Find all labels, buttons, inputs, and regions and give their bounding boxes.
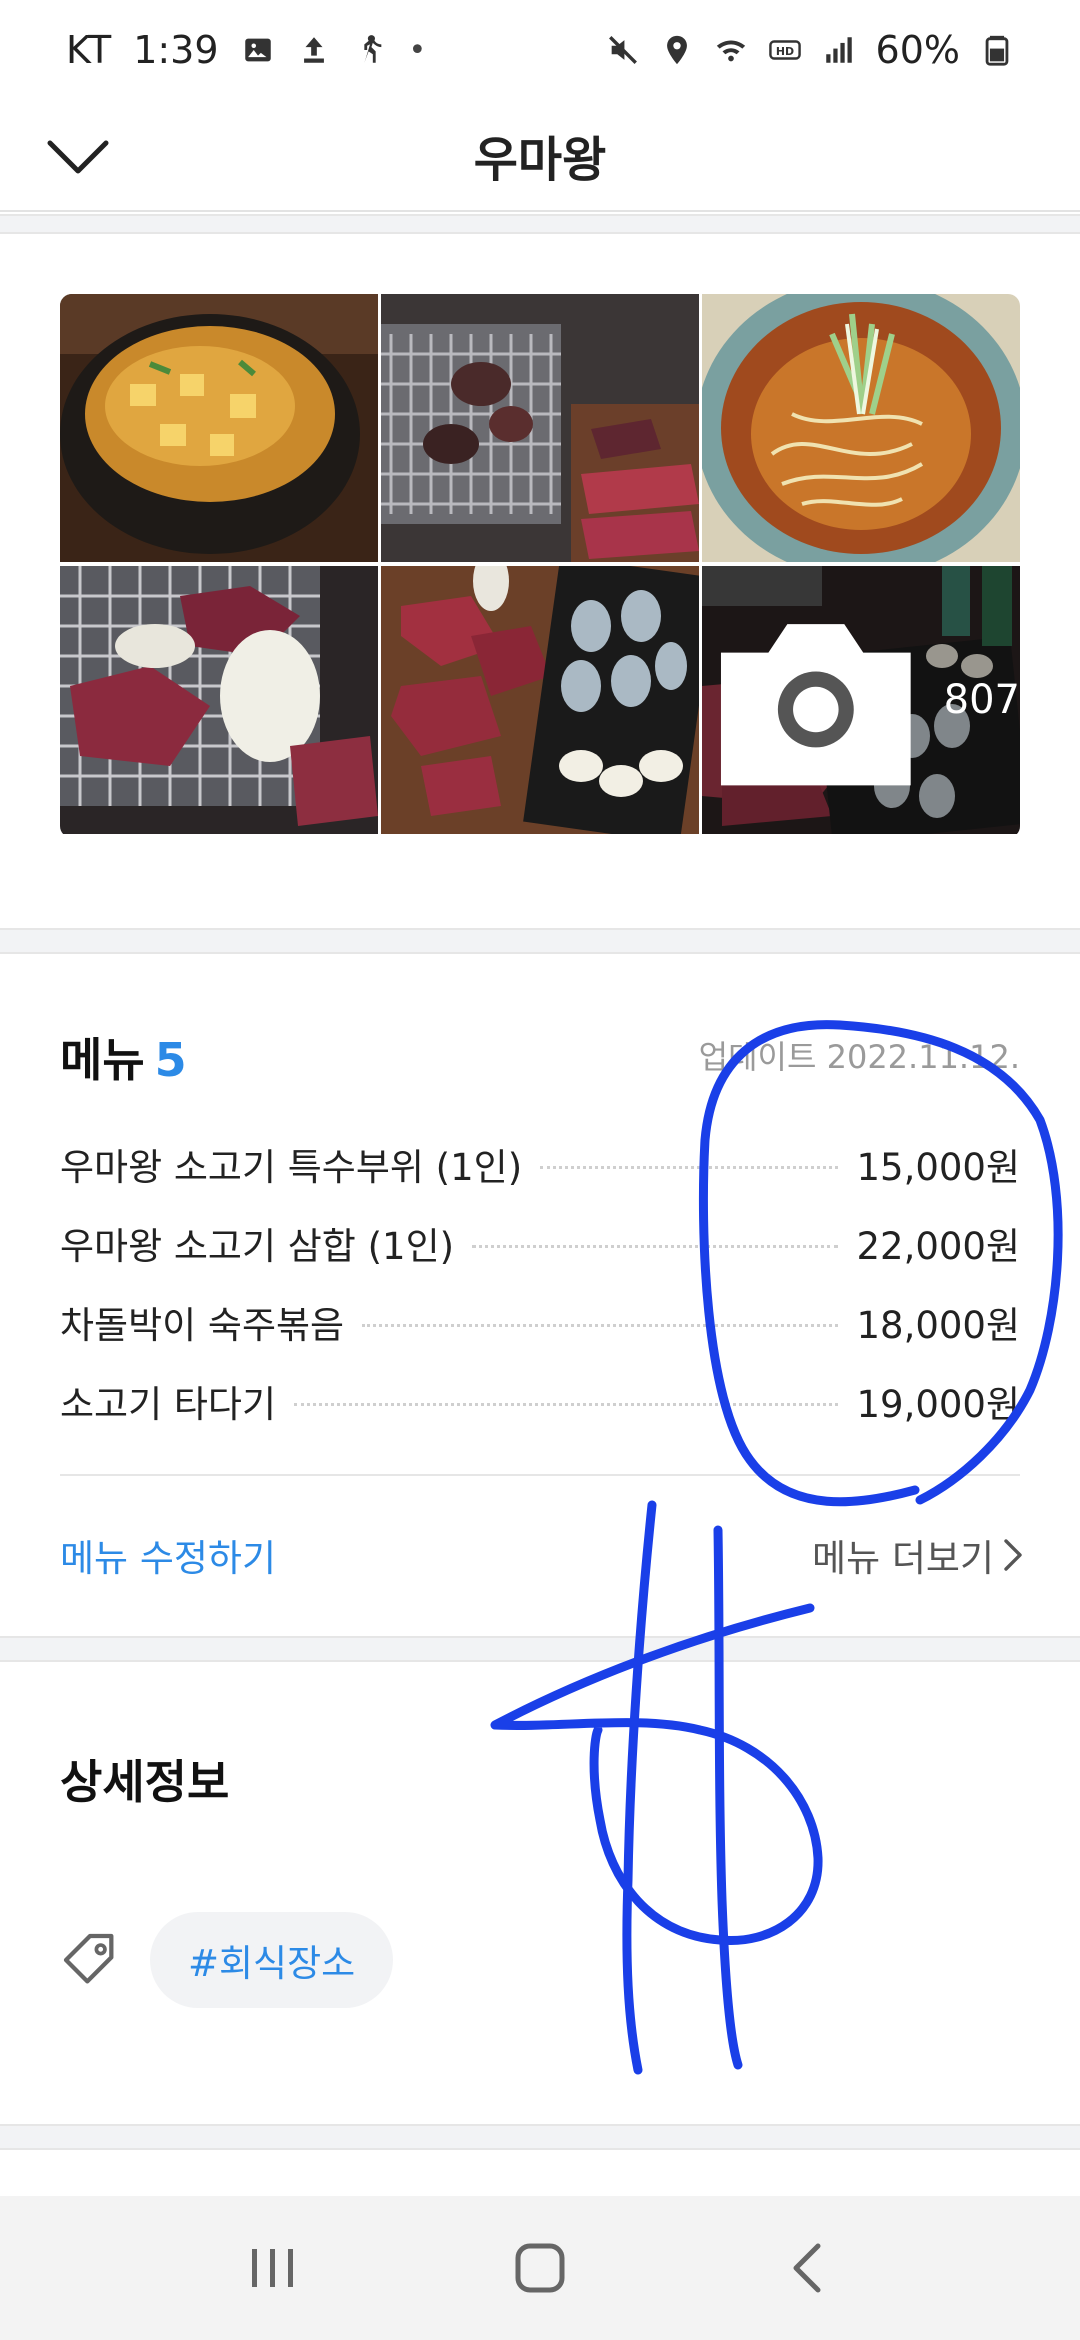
battery-label: 60% [875, 28, 960, 72]
noodle-photo-icon [702, 294, 1020, 562]
photo-grid: 807 [60, 294, 1020, 838]
tag-icon [63, 1933, 114, 1984]
menu-count: 5 [154, 1033, 187, 1087]
photo-more-thumbnail[interactable]: 807 [702, 566, 1020, 834]
hashtag-chip[interactable]: #회식장소 [150, 1912, 394, 2008]
beef-grill-photo-icon [60, 566, 378, 834]
menu-item-name: 우마왕 소고기 특수부위 (1인) [60, 1145, 523, 1189]
clock: 1:39 [133, 28, 219, 72]
grill-photo-icon [381, 294, 699, 562]
chevron-down-icon [47, 140, 109, 174]
collapse-button[interactable] [40, 122, 116, 192]
section-divider [0, 214, 1080, 234]
wifi-icon [716, 40, 745, 62]
menu-item-leader [472, 1245, 839, 1248]
photo-thumbnail[interactable] [702, 294, 1020, 562]
vertical-stroke-right [713, 1525, 743, 2070]
photo-thumbnail[interactable] [381, 566, 699, 834]
section-divider [0, 1636, 1080, 1662]
menu-item-name: 차돌박이 숙주볶음 [60, 1303, 345, 1347]
camera-icon [720, 624, 911, 786]
menu-item-name: 우마왕 소고기 삼합 (1인) [60, 1224, 455, 1268]
recent-apps-button[interactable] [213, 2218, 333, 2318]
menu-item-price: 18,000원 [856, 1303, 1020, 1347]
menu-title: 메뉴 [60, 1033, 145, 1087]
svg-text:HD: HD [775, 45, 793, 58]
photo-count: 807 [943, 677, 1020, 723]
signal-icon [825, 37, 852, 63]
back-button[interactable] [747, 2218, 867, 2318]
upload-icon [303, 37, 324, 63]
section-divider [0, 928, 1080, 954]
menu-item: 차돌박이 숙주볶음 18,000원 [60, 1282, 1020, 1361]
menu-item-name: 소고기 타다기 [60, 1382, 277, 1426]
photo-thumbnail[interactable] [60, 566, 378, 834]
system-nav-bar [0, 2196, 1080, 2340]
menu-separator [60, 1474, 1020, 1476]
home-button[interactable] [480, 2218, 600, 2318]
status-right: HD 60% [606, 28, 1014, 72]
menu-item: 소고기 타다기 19,000원 [60, 1361, 1020, 1440]
app-header: 우마왕 [0, 100, 1080, 212]
back-chevron-icon [793, 2243, 821, 2293]
carrier-label: KT [66, 28, 112, 72]
menu-item: 우마왕 소고기 삼합 (1인) 22,000원 [60, 1203, 1020, 1282]
home-icon [515, 2243, 565, 2293]
status-left: KT 1:39 • [66, 28, 426, 72]
photo-thumbnail[interactable] [381, 294, 699, 562]
page-title: 우마왕 [473, 132, 607, 188]
gallery-icon [244, 38, 271, 62]
more-menu-label: 메뉴 더보기 [812, 1537, 994, 1580]
beef-platter-photo-icon [381, 566, 699, 834]
details-title: 상세정보 [60, 1755, 230, 1809]
notification-dot: • [408, 32, 427, 68]
status-bar: KT 1:39 • HD 60% [0, 0, 1080, 100]
photo-thumbnail[interactable] [60, 294, 378, 562]
section-divider [0, 2124, 1080, 2150]
more-menu-link[interactable]: 메뉴 더보기 [812, 1528, 1024, 1582]
menu-item: 우마왕 소고기 특수부위 (1인) 15,000원 [60, 1124, 1020, 1203]
menu-item-price: 15,000원 [856, 1145, 1020, 1189]
edit-menu-link[interactable]: 메뉴 수정하기 [60, 1528, 276, 1582]
menu-item-price: 19,000원 [856, 1382, 1020, 1426]
stew-photo-icon [60, 294, 378, 562]
accessibility-icon [363, 35, 381, 63]
photo-count-overlay: 807 [702, 566, 1020, 834]
location-icon [666, 35, 687, 65]
mute-icon [608, 36, 637, 64]
menu-item-leader [294, 1403, 839, 1406]
battery-icon [985, 35, 1009, 66]
vertical-stroke-left [622, 1500, 657, 2075]
menu-updated-date: 업데이트 2022.11.12. [698, 1038, 1020, 1076]
menu-item-leader [362, 1324, 839, 1327]
chevron-right-icon [1004, 1539, 1022, 1571]
menu-item-leader [540, 1166, 839, 1169]
menu-section-title: 메뉴 5 [60, 1024, 187, 1090]
menu-item-price: 22,000원 [856, 1224, 1020, 1268]
recent-apps-icon [252, 2249, 294, 2287]
menu-list: 우마왕 소고기 특수부위 (1인) 15,000원 우마왕 소고기 삼합 (1인… [60, 1124, 1020, 1440]
hd-voice-icon: HD [768, 40, 801, 60]
